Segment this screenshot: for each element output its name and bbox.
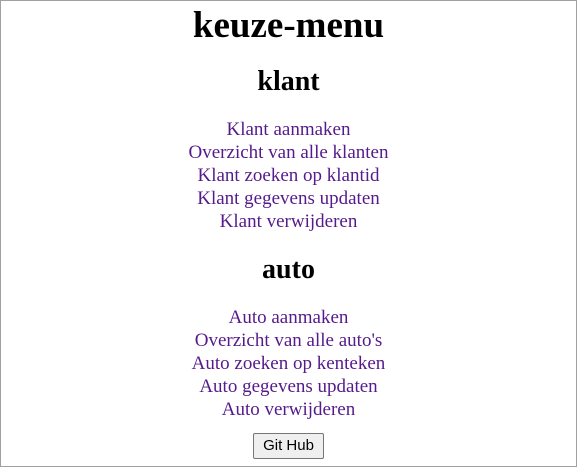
klant-verwijderen-link[interactable]: Klant verwijderen: [220, 211, 358, 232]
klant-aanmaken-link[interactable]: Klant aanmaken: [227, 119, 351, 140]
page-title: keuze-menu: [192, 5, 385, 46]
auto-menu-list: Auto aanmaken Overzicht van alle auto's …: [1, 306, 576, 421]
klanten-overzicht-link[interactable]: Overzicht van alle klanten: [189, 142, 389, 163]
list-item: Klant aanmaken: [1, 118, 576, 141]
list-item: Auto zoeken op kenteken: [1, 352, 576, 375]
auto-section: auto Auto aanmaken Overzicht van alle au…: [1, 255, 576, 421]
klant-section: klant Klant aanmaken Overzicht van alle …: [1, 67, 576, 233]
list-item: Klant verwijderen: [1, 210, 576, 233]
list-item: Klant gegevens updaten: [1, 187, 576, 210]
footer: Git Hub: [1, 433, 576, 459]
klant-menu-list: Klant aanmaken Overzicht van alle klante…: [1, 118, 576, 233]
klant-updaten-link[interactable]: Klant gegevens updaten: [197, 188, 380, 209]
list-item: Auto aanmaken: [1, 306, 576, 329]
auto-zoeken-link[interactable]: Auto zoeken op kenteken: [192, 353, 386, 374]
auto-aanmaken-link[interactable]: Auto aanmaken: [229, 307, 349, 328]
autos-overzicht-link[interactable]: Overzicht van alle auto's: [195, 330, 383, 351]
page-body: { "page": { "title": "keuze-menu" }, "se…: [0, 0, 577, 467]
github-button[interactable]: Git Hub: [253, 433, 324, 459]
klant-section-title: klant: [257, 66, 320, 97]
keuze-menu-page: keuze-menu klant Klant aanmaken Overzich…: [1, 6, 576, 459]
klant-zoeken-link[interactable]: Klant zoeken op klantid: [197, 165, 379, 186]
list-item: Auto verwijderen: [1, 398, 576, 421]
auto-section-title: auto: [262, 254, 315, 285]
list-item: Overzicht van alle klanten: [1, 141, 576, 164]
auto-verwijderen-link[interactable]: Auto verwijderen: [222, 399, 355, 420]
auto-updaten-link[interactable]: Auto gegevens updaten: [199, 376, 377, 397]
list-item: Auto gegevens updaten: [1, 375, 576, 398]
list-item: Klant zoeken op klantid: [1, 164, 576, 187]
list-item: Overzicht van alle auto's: [1, 329, 576, 352]
